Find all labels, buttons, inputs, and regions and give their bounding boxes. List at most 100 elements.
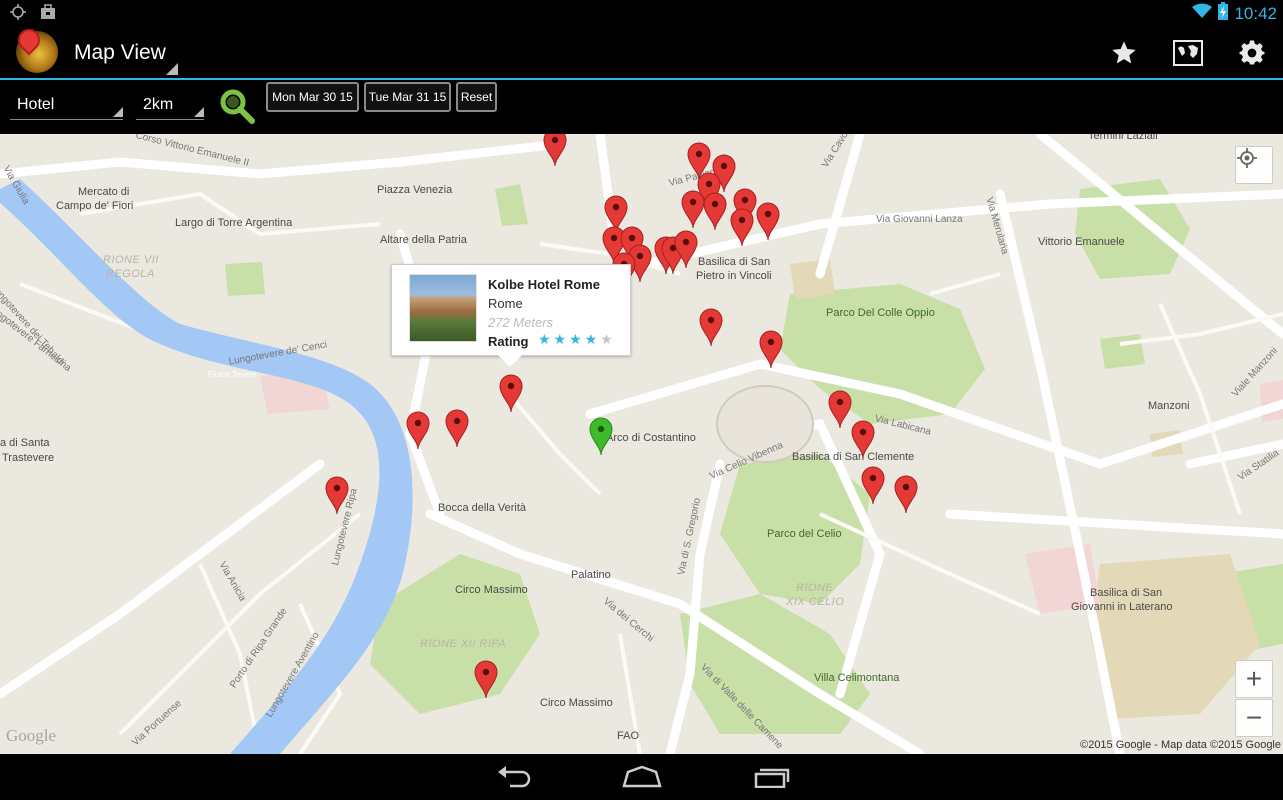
poi-label: Circo Massimo — [540, 697, 613, 709]
status-time: 10:42 — [1234, 3, 1277, 23]
poi-label: Termini Laziali — [1088, 134, 1158, 142]
poi-label: Manzoni — [1148, 400, 1190, 412]
poi-label: Campo de' Fiori — [56, 200, 134, 212]
radius-value: 2km — [143, 96, 174, 113]
poi-label: Mercato di — [78, 186, 130, 198]
crosshair-icon — [1237, 148, 1257, 168]
recent-apps-icon — [754, 768, 790, 788]
wifi-icon — [1192, 3, 1213, 24]
app-logo-icon[interactable] — [13, 24, 58, 73]
poi-label: Palatino — [571, 569, 611, 581]
hotel-marker[interactable] — [759, 330, 783, 368]
hotel-marker[interactable] — [756, 202, 780, 240]
hotel-city: Rome — [488, 296, 523, 311]
star-icon — [1112, 41, 1136, 64]
hotel-marker[interactable] — [325, 476, 349, 514]
poi-label: Basilica di San — [1090, 587, 1163, 599]
checkin-date-button[interactable]: Mon Mar 30 15 — [266, 82, 359, 112]
navigation-bar — [0, 754, 1283, 800]
minus-icon: − — [1245, 702, 1263, 733]
hotel-name: Kolbe Hotel Rome — [488, 277, 600, 292]
river-label: Fiume Tevere — [208, 370, 257, 379]
hotel-marker[interactable] — [894, 475, 918, 513]
poi-label: Vittorio Emanuele — [1038, 236, 1125, 248]
hotel-marker[interactable] — [828, 390, 852, 428]
home-icon — [622, 766, 662, 788]
dropdown-triangle-icon — [113, 107, 123, 117]
my-location-button[interactable] — [1235, 146, 1273, 184]
plus-icon: + — [1245, 663, 1263, 694]
poi-label: Arco di Costantino — [606, 432, 696, 444]
park-label: Villa Celimontana — [814, 672, 900, 684]
recent-apps-button[interactable] — [752, 764, 792, 790]
poi-label: Largo di Torre Argentina — [175, 217, 293, 229]
reset-button[interactable]: Reset — [456, 82, 497, 112]
filter-toolbar: Hotel 2km Mon Mar 30 15 Tue Mar 31 15 Re… — [0, 82, 1283, 134]
google-logo: Google — [6, 726, 57, 745]
title-dropdown-indicator[interactable] — [166, 63, 178, 75]
poi-label: Altare della Patria — [380, 234, 467, 246]
zoom-in-button[interactable]: + — [1235, 660, 1273, 698]
hotel-marker[interactable] — [445, 409, 469, 447]
poi-label: Giovanni in Laterano — [1071, 601, 1173, 613]
hotel-marker[interactable] — [851, 420, 875, 458]
road-label: Via Giovanni Lanza — [876, 214, 963, 225]
hotel-distance: 272 Meters — [488, 315, 554, 330]
hotel-marker[interactable] — [681, 190, 705, 228]
hotel-marker[interactable] — [861, 466, 885, 504]
map-type-button[interactable] — [1172, 37, 1204, 69]
hotel-marker[interactable] — [543, 134, 567, 166]
radius-spinner[interactable]: 2km — [136, 88, 204, 120]
hotel-marker[interactable] — [699, 308, 723, 346]
sync-icon — [10, 4, 26, 25]
settings-button[interactable] — [1236, 37, 1268, 69]
rating-label: Rating — [488, 334, 529, 349]
search-icon — [220, 89, 255, 124]
hotel-marker[interactable] — [499, 374, 523, 412]
shopping-bag-icon — [40, 4, 56, 25]
rating-stars-empty: ★ — [600, 331, 616, 347]
poi-label: Piazza Venezia — [377, 184, 453, 196]
hotel-marker[interactable] — [474, 660, 498, 698]
checkout-date-button[interactable]: Tue Mar 31 15 — [364, 82, 451, 112]
rating-stars-filled: ★★★★ — [538, 331, 601, 347]
poi-label: Pietro in Vincoli — [696, 270, 772, 282]
dropdown-triangle-icon — [194, 107, 204, 117]
hotel-thumbnail — [409, 274, 477, 342]
category-spinner[interactable]: Hotel — [10, 88, 123, 120]
map-attribution[interactable]: ©2015 Google - Map data ©2015 Google — [1080, 739, 1281, 751]
park-label: Parco Del Colle Oppio — [826, 307, 935, 319]
poi-label: Bocca della Verità — [438, 502, 527, 514]
action-bar: Map View — [0, 24, 1283, 80]
rating-stars: ★★★★★ — [538, 331, 616, 348]
zoom-out-button[interactable]: − — [1235, 699, 1273, 737]
hotel-marker[interactable] — [406, 411, 430, 449]
back-button[interactable] — [494, 764, 534, 790]
favorites-button[interactable] — [1108, 37, 1140, 69]
hotel-marker[interactable] — [703, 192, 727, 230]
park-label: Parco del Celio — [767, 528, 842, 540]
poi-label: a di Santa — [0, 437, 50, 449]
gear-icon — [1239, 40, 1265, 65]
hotel-marker[interactable] — [674, 230, 698, 268]
district-label: REGOLA — [106, 268, 155, 280]
back-arrow-icon — [498, 766, 531, 788]
current-location-marker[interactable] — [589, 417, 613, 455]
battery-icon — [1218, 2, 1229, 25]
district-label: XIX CELIO — [786, 596, 845, 608]
poi-label: FAO — [617, 730, 640, 742]
home-button[interactable] — [622, 764, 662, 790]
map-view[interactable]: Corso Vittorio Emanuele II Piazza Venezi… — [0, 134, 1283, 754]
hotel-info-window[interactable]: Kolbe Hotel Rome Rome 272 Meters Rating … — [391, 264, 631, 367]
district-label: RIONE VII — [103, 254, 159, 266]
search-button[interactable] — [218, 87, 256, 125]
poi-label: Trastevere — [2, 452, 55, 464]
page-title[interactable]: Map View — [74, 41, 166, 65]
poi-label: Basilica di San — [698, 256, 771, 268]
category-value: Hotel — [17, 96, 55, 113]
hotel-marker[interactable] — [730, 208, 754, 246]
world-map-icon — [1173, 40, 1203, 66]
district-label: RIONE — [796, 582, 834, 594]
poi-label: Circo Massimo — [455, 584, 528, 596]
district-label: RIONE XII RIPA — [420, 638, 507, 650]
